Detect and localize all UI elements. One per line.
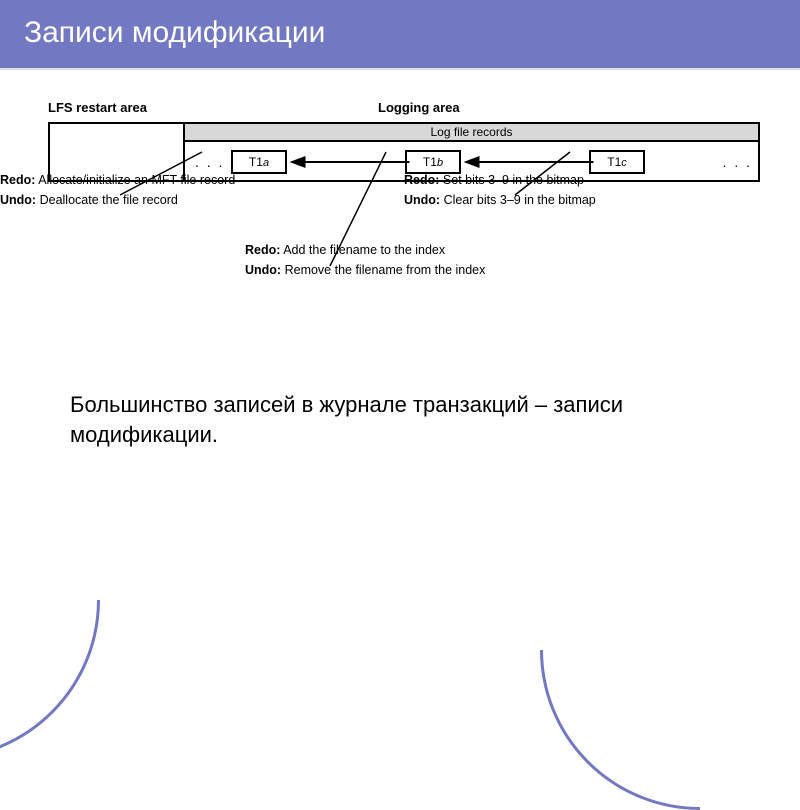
annotation-c: Redo: Set bits 3–9 in the bitmap Undo: C… [404, 170, 704, 210]
annotation-b: Redo: Add the filename to the index Undo… [245, 240, 565, 280]
slide-title: Записи модификации [0, 0, 800, 70]
slide-body: LFS restart area Logging area Log file r… [0, 70, 800, 600]
ellipsis-left: . . . [195, 154, 224, 170]
body-paragraph: Большинство записей в журнале транзакций… [70, 390, 730, 449]
records-header: Log file records [185, 124, 758, 142]
diagram-legend: LFS restart area Logging area [48, 100, 760, 120]
ellipsis-right: . . . [723, 154, 752, 170]
logging-label: Logging area [378, 100, 460, 115]
annotation-a: Redo: Allocate/initialize an MFT file re… [0, 170, 300, 210]
lfs-label: LFS restart area [48, 100, 147, 115]
